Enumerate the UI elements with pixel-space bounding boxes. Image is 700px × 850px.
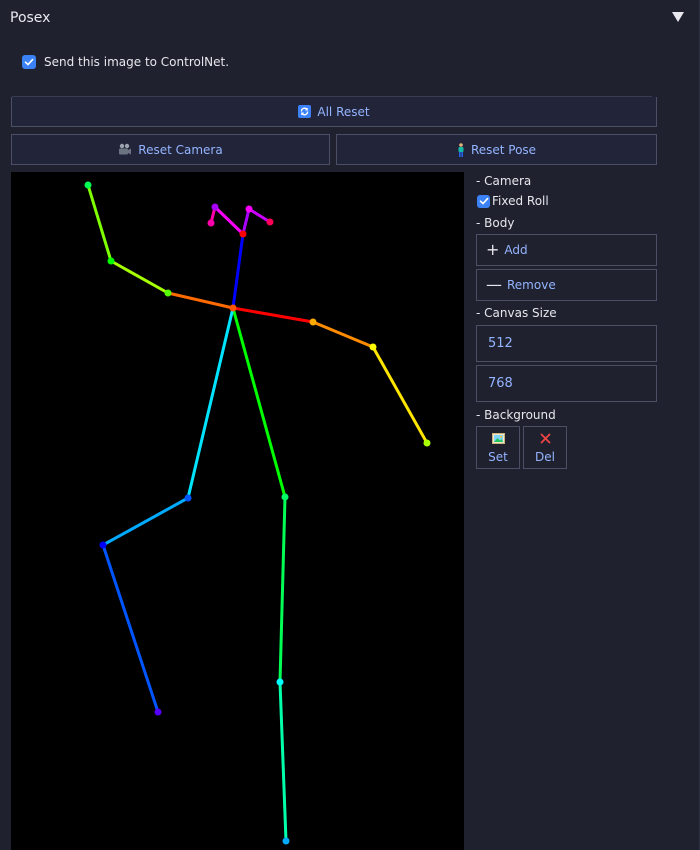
picture-icon (491, 432, 505, 446)
fixed-roll-label: Fixed Roll (492, 194, 549, 208)
right-shin-limb (278, 681, 288, 842)
nose-joint[interactable] (239, 230, 247, 238)
all-reset-button[interactable]: All Reset (11, 97, 657, 127)
all-reset-label: All Reset (317, 104, 370, 119)
reset-pose-label: Reset Pose (470, 142, 537, 157)
posex-panel: Posex Send this image to ControlNet. All… (0, 0, 700, 850)
add-body-button[interactable]: + Add (476, 234, 657, 266)
send-to-controlnet-row[interactable]: Send this image to ControlNet. (22, 53, 229, 71)
left-elbow-joint[interactable] (107, 257, 115, 265)
left-shoulder-joint[interactable] (164, 289, 172, 297)
left-thigh-limb (102, 496, 189, 547)
canvas-width-input[interactable]: 512 (476, 325, 657, 362)
minus-icon: — (486, 275, 502, 294)
left-eye-limb (241, 208, 251, 235)
panel-header[interactable]: Posex (0, 0, 700, 40)
plus-icon: + (486, 240, 500, 259)
canvas-height-input[interactable]: 768 (476, 365, 657, 402)
left-torso-limb (186, 307, 235, 499)
panel-title: Posex (10, 10, 51, 26)
right-shoulder-limb (232, 306, 314, 324)
video-camera-icon (118, 143, 132, 156)
right-shoulder-joint[interactable] (309, 318, 317, 326)
right-thigh-limb (278, 496, 287, 683)
right-ankle-joint[interactable] (282, 837, 290, 845)
right-torso-limb (231, 307, 287, 498)
send-to-controlnet-label: Send this image to ControlNet. (44, 55, 230, 69)
set-background-label: Set (488, 449, 508, 464)
camera-heading: - Camera (476, 174, 532, 188)
check-icon (24, 58, 34, 66)
right-knee-joint[interactable] (276, 678, 284, 686)
left-ankle-joint[interactable] (154, 708, 162, 716)
right-forearm-limb (371, 346, 429, 444)
collapse-triangle-icon[interactable] (672, 12, 684, 22)
reset-camera-button[interactable]: Reset Camera (11, 134, 330, 165)
left-upper-arm-limb (110, 259, 169, 295)
left-hip-joint[interactable] (184, 494, 192, 502)
fixed-roll-checkbox[interactable] (477, 194, 490, 208)
right-wrist-joint[interactable] (423, 439, 431, 447)
remove-body-label: Remove (507, 278, 556, 292)
reset-camera-label: Reset Camera (138, 142, 223, 157)
refresh-icon (298, 105, 312, 118)
left-shin-limb (101, 544, 160, 713)
left-eye-joint[interactable] (245, 205, 253, 213)
remove-body-button[interactable]: — Remove (476, 269, 657, 301)
canvas-size-heading: - Canvas Size (476, 306, 557, 320)
right-upper-arm-limb (312, 320, 374, 349)
background-heading: - Background (476, 408, 556, 422)
neck-limb (231, 233, 245, 309)
right-eye-limb (213, 205, 245, 236)
pose-skeleton[interactable] (11, 172, 464, 850)
check-icon (479, 197, 488, 205)
body-heading: - Body (476, 216, 515, 230)
pose-canvas[interactable] (11, 172, 464, 850)
neck-joint[interactable] (229, 304, 237, 312)
right-ear-joint[interactable] (207, 219, 215, 227)
red-x-icon (540, 432, 551, 446)
left-wrist-joint[interactable] (84, 181, 92, 189)
left-knee-joint[interactable] (99, 541, 107, 549)
left-ear-limb (248, 207, 271, 224)
right-eye-joint[interactable] (211, 203, 219, 211)
canvas-width-value: 512 (488, 336, 513, 351)
delete-background-label: Del (535, 449, 555, 464)
canvas-height-value: 768 (488, 376, 513, 391)
left-forearm-limb (86, 184, 113, 262)
left-ear-joint[interactable] (266, 218, 274, 226)
fixed-roll-row[interactable]: Fixed Roll (477, 194, 549, 208)
left-shoulder-limb (167, 291, 234, 310)
delete-background-button[interactable]: Del (523, 426, 567, 469)
person-standing-icon (457, 142, 465, 157)
send-to-controlnet-checkbox[interactable] (22, 55, 36, 69)
reset-pose-button[interactable]: Reset Pose (336, 134, 657, 165)
right-hip-joint[interactable] (281, 493, 289, 501)
right-elbow-joint[interactable] (369, 343, 377, 351)
add-body-label: Add (504, 243, 528, 257)
set-background-button[interactable]: Set (476, 426, 520, 469)
